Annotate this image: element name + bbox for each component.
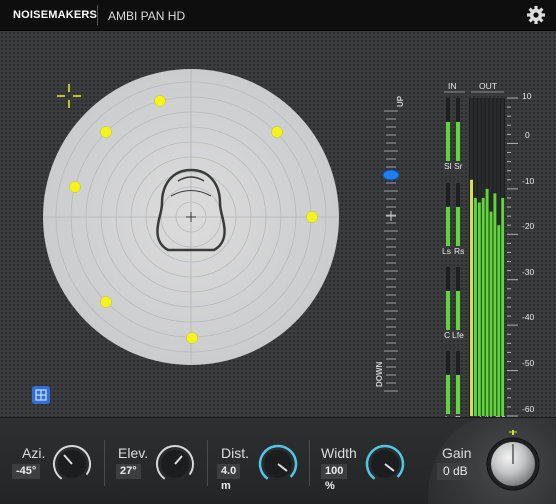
output-meter-bar (473, 197, 477, 416)
slider-handle (382, 169, 400, 181)
meter-scale-ticks (507, 97, 518, 417)
input-meters (446, 98, 460, 414)
azimuth-knob[interactable] (52, 444, 92, 484)
gear-icon[interactable] (525, 4, 547, 26)
gain-panel: Gain 0 dB (428, 418, 556, 504)
gain-label: Gain (442, 445, 472, 461)
input-meter-bar (446, 290, 450, 330)
output-meter-bar (493, 193, 497, 416)
input-meter-bar (456, 121, 460, 161)
azimuth-value[interactable]: -45° (12, 464, 41, 479)
elevation-value[interactable]: 27° (116, 464, 141, 479)
source-dot (154, 95, 166, 107)
source-dot (100, 126, 112, 138)
source-dot (271, 126, 283, 138)
control-divider (104, 440, 105, 486)
channel-label-sl: Sl (444, 161, 452, 171)
grid-button[interactable] (32, 386, 50, 404)
elevation-knob[interactable] (155, 444, 195, 484)
level-meters: IN OUT Sl Sr Ls Rs C Lfe L R ambiX O2 10… (438, 71, 556, 431)
channel-label-ls: Ls (442, 246, 451, 256)
channel-label-lfe: Lfe (452, 330, 464, 340)
source-dot (186, 332, 198, 344)
slider-down-label: DOWN (375, 361, 384, 387)
control-divider (207, 440, 208, 486)
channel-label-rs: Rs (454, 246, 465, 256)
product-title: AMBI PAN HD (108, 9, 186, 23)
input-meter-bar (456, 374, 460, 414)
scale-label: -20 (522, 221, 535, 231)
scale-label: -60 (522, 404, 535, 414)
input-meter-bar (456, 290, 460, 330)
scale-label: -30 (522, 267, 535, 277)
control-bar: Azi. -45° Elev. 27° Dist. 4.0 m Width 10… (0, 417, 556, 504)
output-meter-bar (497, 225, 501, 416)
scale-label: 10 (522, 91, 532, 101)
slider-up-label: UP (396, 95, 405, 107)
output-meters (469, 98, 505, 416)
crosshair-icon (57, 84, 81, 108)
distance-value[interactable]: 4.0 m (217, 464, 241, 492)
output-meter-bar (501, 197, 505, 416)
header-divider (97, 5, 98, 25)
input-meter-bar (456, 206, 460, 246)
scale-label: -10 (522, 176, 535, 186)
scale-label: 0 (525, 130, 530, 140)
slider-ticks (384, 110, 398, 392)
output-meter-bar (485, 188, 489, 416)
width-value[interactable]: 100 % (321, 464, 348, 492)
channel-label-sr: Sr (454, 161, 463, 171)
distance-label: Dist. (221, 445, 249, 461)
channel-label-c: C (444, 330, 451, 340)
scale-label: -50 (522, 358, 535, 368)
output-meter-bar (470, 179, 473, 416)
elevation-label: Elev. (118, 445, 149, 461)
gain-knob[interactable] (483, 428, 543, 492)
output-meter-bar (481, 197, 485, 416)
brand-logo: NOISEMAKERS (13, 9, 98, 21)
source-dot (306, 211, 318, 223)
panner-field[interactable] (0, 31, 360, 411)
azimuth-label: Azi. (22, 445, 46, 461)
gain-value[interactable]: 0 dB (437, 463, 474, 480)
width-label: Width (321, 445, 357, 461)
input-meter-bar (446, 121, 450, 161)
width-knob[interactable] (365, 444, 405, 484)
source-dot (100, 296, 112, 308)
input-meter-bar (446, 206, 450, 246)
output-meter-bar (477, 202, 481, 416)
grid-icon (35, 389, 47, 401)
top-bar: NOISEMAKERS AMBI PAN HD (0, 0, 556, 31)
scale-label: -40 (522, 312, 535, 322)
output-meter-bar (489, 211, 493, 416)
source-dot (69, 181, 81, 193)
distance-knob[interactable] (258, 444, 298, 484)
control-divider (309, 440, 310, 486)
main-area: UP DOWN IN OUT Sl Sr Ls Rs C Lfe L R amb… (0, 31, 556, 424)
input-meter-bar (446, 374, 450, 414)
elevation-slider[interactable]: UP DOWN (370, 96, 410, 393)
